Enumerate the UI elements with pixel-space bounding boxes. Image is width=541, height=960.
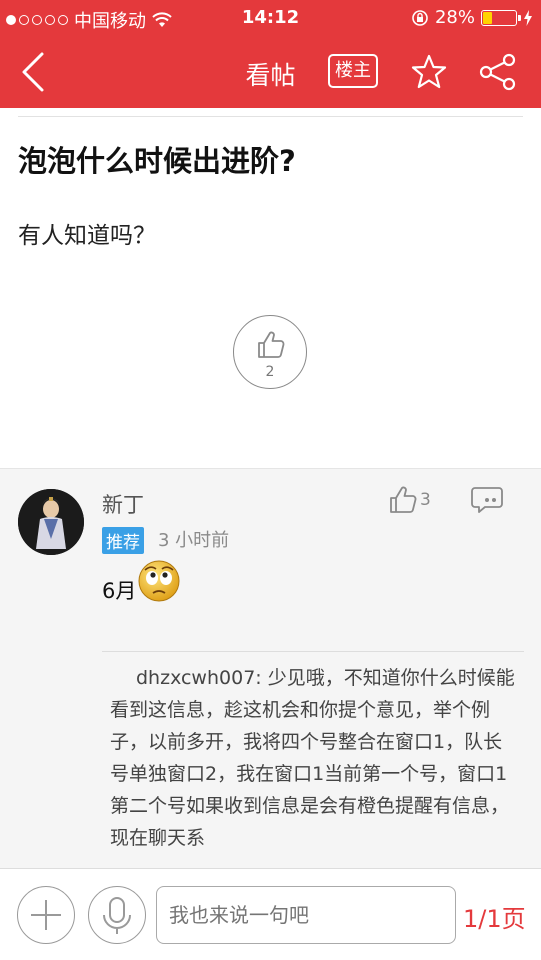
favorite-button[interactable] bbox=[409, 52, 449, 92]
reply-list: 新丁 推荐 3 小时前 3 6月 dhzxcwh007: 少见哦，不知道你什么时… bbox=[0, 468, 541, 868]
quoted-reply-text: dhzxcwh007: 少见哦，不知道你什么时候能看到这信息，趁这机会和你提个意… bbox=[110, 667, 515, 849]
reply-text: 6月 bbox=[102, 579, 137, 603]
charging-icon bbox=[524, 9, 532, 26]
thumbs-up-icon bbox=[258, 331, 285, 358]
thumbs-up-icon bbox=[390, 486, 417, 513]
quoted-reply[interactable]: dhzxcwh007: 少见哦，不知道你什么时候能看到这信息，趁这机会和你提个意… bbox=[102, 651, 524, 865]
page-indicator[interactable]: 1/1页 bbox=[463, 899, 526, 934]
battery-percent: 28% bbox=[434, 7, 475, 28]
status-right: 28% bbox=[411, 7, 533, 28]
microphone-icon bbox=[103, 897, 131, 934]
reply-content: 6月 bbox=[102, 560, 182, 605]
reply-time: 3 小时前 bbox=[158, 530, 230, 551]
louzhu-only-button[interactable]: 楼主 bbox=[328, 54, 378, 88]
recommend-badge: 推荐 bbox=[102, 527, 144, 554]
post-title: 泡泡什么时候出进阶? bbox=[18, 144, 296, 178]
post-like-count: 2 bbox=[265, 364, 275, 380]
divider bbox=[18, 116, 523, 117]
rotation-lock-icon bbox=[412, 9, 428, 26]
battery-icon bbox=[481, 9, 521, 26]
reply-like-button[interactable]: 3 bbox=[388, 485, 431, 515]
worried-face-emoji-icon bbox=[138, 560, 180, 602]
bottom-bar: 1/1页 bbox=[0, 868, 541, 960]
share-icon bbox=[479, 53, 516, 91]
comment-input[interactable] bbox=[156, 886, 456, 944]
avatar-image bbox=[18, 489, 84, 555]
voice-input-button[interactable] bbox=[88, 886, 146, 944]
nav-bar: 看帖 楼主 bbox=[0, 36, 541, 108]
add-button[interactable] bbox=[17, 886, 75, 944]
post-like-button[interactable]: 2 bbox=[233, 315, 307, 389]
page-title: 看帖 bbox=[245, 61, 296, 90]
share-button[interactable] bbox=[478, 52, 518, 92]
status-bar: 中国移动 14:12 28% bbox=[0, 0, 541, 36]
reply-like-count: 3 bbox=[420, 490, 431, 510]
post-body: 有人知道吗？ bbox=[18, 223, 156, 249]
star-icon bbox=[411, 54, 447, 89]
comment-icon bbox=[471, 487, 503, 513]
plus-icon bbox=[31, 900, 61, 930]
avatar[interactable] bbox=[18, 489, 84, 555]
reply-comment-button[interactable] bbox=[471, 485, 505, 519]
reply-author[interactable]: 新丁 bbox=[102, 489, 144, 519]
